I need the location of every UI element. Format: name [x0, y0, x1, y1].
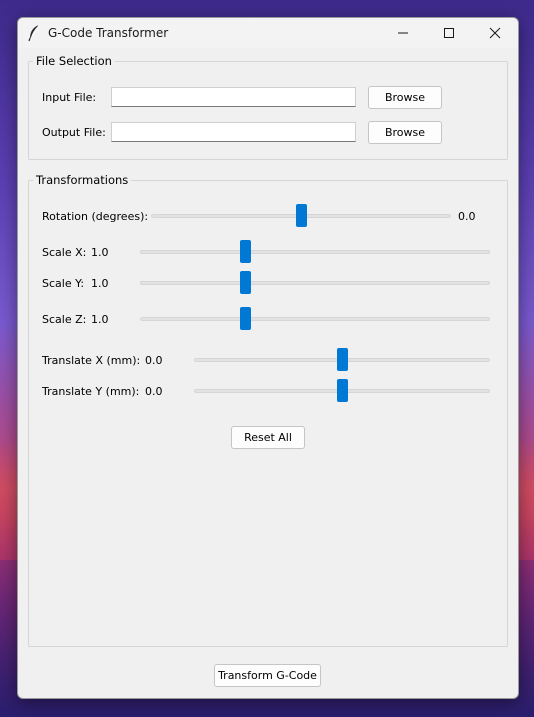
maximize-icon: [444, 28, 454, 38]
scale-y-value: 1.0: [91, 277, 109, 290]
scale-x-label: Scale X:: [42, 246, 87, 259]
title-bar[interactable]: G-Code Transformer: [18, 18, 518, 48]
maximize-button[interactable]: [426, 18, 472, 48]
reset-all-button[interactable]: Reset All: [231, 426, 305, 449]
scale-x-slider[interactable]: [140, 240, 490, 263]
window-title: G-Code Transformer: [48, 26, 169, 40]
translate-y-slider[interactable]: [194, 379, 490, 402]
app-window: G-Code Transformer File Selection Input …: [17, 17, 519, 699]
translate-y-slider-thumb[interactable]: [337, 379, 348, 402]
rotation-label: Rotation (degrees):: [42, 210, 149, 223]
feather-icon: [27, 24, 43, 42]
translate-x-slider[interactable]: [194, 348, 490, 371]
input-file-label: Input File:: [42, 91, 97, 104]
output-file-field[interactable]: [111, 122, 356, 142]
scale-z-value: 1.0: [91, 313, 109, 326]
close-icon: [489, 27, 501, 39]
minimize-button[interactable]: [380, 18, 426, 48]
scale-z-slider-thumb[interactable]: [240, 307, 251, 330]
scale-x-value: 1.0: [91, 246, 109, 259]
transformations-legend: Transformations: [36, 173, 129, 187]
minimize-icon: [398, 32, 408, 34]
scale-y-label: Scale Y:: [42, 277, 85, 290]
output-file-label: Output File:: [42, 126, 106, 139]
scale-z-slider[interactable]: [140, 307, 490, 330]
translate-x-value: 0.0: [145, 354, 163, 367]
rotation-value: 0.0: [458, 210, 476, 223]
browse-input-button[interactable]: Browse: [368, 86, 442, 109]
translate-y-value: 0.0: [145, 385, 163, 398]
translate-x-slider-thumb[interactable]: [337, 348, 348, 371]
rotation-slider-thumb[interactable]: [296, 204, 307, 227]
transformations-group: Transformations: [28, 173, 508, 647]
rotation-slider[interactable]: [151, 204, 451, 227]
scale-y-slider[interactable]: [140, 271, 490, 294]
input-file-field[interactable]: [111, 87, 356, 107]
browse-output-button[interactable]: Browse: [368, 121, 442, 144]
translate-y-label: Translate Y (mm):: [42, 385, 140, 398]
scale-y-slider-thumb[interactable]: [240, 271, 251, 294]
file-selection-legend: File Selection: [36, 54, 112, 68]
transform-gcode-button[interactable]: Transform G-Code: [214, 664, 321, 687]
scale-x-slider-thumb[interactable]: [240, 240, 251, 263]
scale-z-label: Scale Z:: [42, 313, 87, 326]
close-button[interactable]: [472, 18, 518, 48]
translate-x-label: Translate X (mm):: [42, 354, 141, 367]
